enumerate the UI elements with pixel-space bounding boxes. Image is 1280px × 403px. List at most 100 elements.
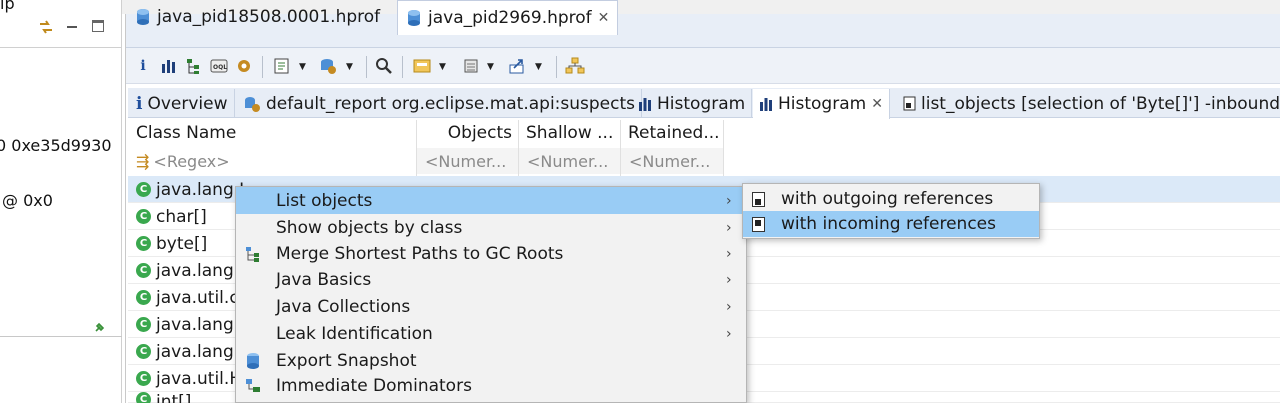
- filter-shallow[interactable]: <Numer...: [519, 148, 620, 174]
- class-icon: C: [136, 209, 151, 224]
- menu-item-leak-identification[interactable]: Leak Identification ›: [236, 320, 746, 347]
- info-icon[interactable]: i: [133, 56, 153, 76]
- table-row-label: Cbyte[]: [136, 230, 207, 257]
- menu-item-java-basics[interactable]: Java Basics ›: [236, 266, 746, 293]
- outgoing-references-icon: [752, 191, 765, 207]
- pin-icon[interactable]: [94, 318, 106, 332]
- table-row-label: Cjava.lang.I: [136, 176, 244, 203]
- filter-placeholder: <Regex>: [153, 151, 230, 171]
- histogram-icon: [760, 98, 772, 111]
- chevron-down-icon[interactable]: ▼: [487, 62, 494, 72]
- class-icon: C: [136, 182, 151, 197]
- tab-label: Histogram: [657, 93, 746, 114]
- chevron-right-icon: ›: [726, 219, 732, 236]
- class-icon: C: [136, 263, 151, 278]
- chevron-right-icon: ›: [726, 325, 732, 342]
- chevron-down-icon[interactable]: ▼: [535, 62, 542, 72]
- tab-default-report[interactable]: default_report org.eclipse.mat.api:suspe…: [237, 89, 643, 118]
- table-row-label: Cchar[]: [136, 203, 207, 230]
- tab-histogram-2[interactable]: Histogram ✕: [753, 89, 890, 119]
- column-header-class-name[interactable]: Class Name: [128, 120, 416, 146]
- filter-retained[interactable]: <Numer...: [621, 148, 723, 174]
- menu-item-label: Merge Shortest Paths to GC Roots: [276, 243, 564, 264]
- incoming-references-icon: [752, 216, 765, 232]
- query-browser-icon[interactable]: [318, 56, 338, 76]
- dominator-tree-icon[interactable]: [184, 56, 204, 76]
- class-name: int[]: [156, 392, 192, 403]
- menu-item-merge-shortest-paths[interactable]: Merge Shortest Paths to GC Roots ›: [236, 240, 746, 267]
- submenu-item-outgoing-references[interactable]: with outgoing references: [743, 186, 1039, 212]
- close-icon[interactable]: ✕: [598, 10, 610, 26]
- chevron-right-icon: ›: [726, 245, 732, 262]
- class-name: java.lang.I: [156, 179, 245, 200]
- filter-class-name[interactable]: ⇶ <Regex>: [128, 148, 416, 174]
- menu-item-label: Java Basics: [276, 269, 372, 290]
- tab-label: Overview: [147, 93, 228, 114]
- sync-icon[interactable]: [38, 18, 54, 36]
- left-pane-title: ip: [0, 0, 15, 13]
- tab-label: default_report org.eclipse.mat.api:suspe…: [266, 93, 636, 114]
- tab-list-objects[interactable]: list_objects [selection of 'Byte[]'] -in…: [897, 89, 1280, 118]
- menu-item-java-collections[interactable]: Java Collections ›: [236, 293, 746, 320]
- column-divider: [723, 120, 724, 176]
- class-icon: C: [136, 236, 151, 251]
- menu-item-label: Export Snapshot: [276, 350, 417, 371]
- tab-histogram-1[interactable]: Histogram: [632, 89, 753, 118]
- merge-paths-icon: [246, 246, 259, 262]
- chevron-right-icon: ›: [726, 298, 732, 315]
- left-pane-address-2: @ 0x0: [2, 191, 53, 210]
- chevron-right-icon: ›: [726, 271, 732, 288]
- chevron-down-icon[interactable]: ▼: [299, 62, 306, 72]
- calculate-retained-icon[interactable]: [461, 56, 481, 76]
- histogram-icon[interactable]: [158, 56, 178, 76]
- oql-icon[interactable]: OQL: [209, 56, 229, 76]
- menu-item-export-snapshot[interactable]: Export Snapshot: [236, 347, 746, 374]
- menu-item-immediate-dominators[interactable]: Immediate Dominators: [236, 372, 746, 399]
- histogram-icon: [639, 97, 651, 111]
- search-icon[interactable]: [374, 56, 394, 76]
- filter-objects[interactable]: <Numer...: [417, 148, 518, 174]
- info-icon: i: [136, 93, 143, 114]
- filter-icon: ⇶: [136, 151, 150, 171]
- tab-label: list_objects [selection of 'Byte[]'] -in…: [921, 93, 1280, 114]
- column-header-objects[interactable]: Objects: [416, 120, 518, 146]
- dominators-icon: [246, 378, 260, 392]
- heap-dump-icon: [137, 9, 149, 25]
- menu-item-label: Leak Identification: [276, 323, 433, 344]
- class-icon: C: [136, 344, 151, 359]
- table-row-label: Cint[]: [136, 392, 191, 403]
- close-icon[interactable]: ✕: [871, 96, 883, 112]
- export-icon[interactable]: [507, 56, 527, 76]
- column-header-shallow[interactable]: Shallow ...: [518, 120, 620, 146]
- menu-item-label: List objects: [276, 190, 373, 211]
- export-snapshot-icon: [247, 352, 259, 369]
- table-row-label: Cjava.util.cc: [136, 284, 248, 311]
- column-header-retained[interactable]: Retained...: [620, 120, 724, 146]
- submenu-item-incoming-references[interactable]: with incoming references: [743, 211, 1039, 237]
- minimize-icon[interactable]: [66, 16, 78, 30]
- report-gear-icon: [245, 96, 260, 112]
- editor-tab-label: java_pid18508.0001.hprof: [157, 7, 381, 27]
- tab-label: Histogram: [778, 94, 867, 114]
- run-report-icon[interactable]: [272, 56, 292, 76]
- class-icon: C: [136, 317, 151, 332]
- editor-tab-hprof-18508[interactable]: java_pid18508.0001.hprof: [127, 0, 388, 34]
- gear-icon[interactable]: [234, 56, 254, 76]
- editor-tab-label: java_pid2969.hprof: [428, 8, 592, 28]
- toolbar-separator: [262, 56, 263, 78]
- left-pane-divider: [0, 336, 122, 337]
- editor-tab-hprof-2969[interactable]: java_pid2969.hprof ✕: [397, 0, 619, 35]
- tab-overview[interactable]: i Overview: [130, 89, 235, 118]
- maximize-icon[interactable]: [92, 20, 104, 32]
- toolbar-separator: [556, 56, 557, 78]
- group-by-icon[interactable]: [412, 56, 432, 76]
- table-row-label: Cjava.lang.C: [136, 338, 251, 365]
- chevron-down-icon[interactable]: ▼: [439, 62, 446, 72]
- menu-item-list-objects[interactable]: List objects ›: [236, 187, 746, 214]
- menu-item-label: Java Collections: [276, 296, 411, 317]
- toolbar-separator: [366, 56, 367, 78]
- tree-layout-icon[interactable]: [565, 56, 585, 76]
- chevron-down-icon[interactable]: ▼: [346, 62, 353, 72]
- menu-item-show-objects-by-class[interactable]: Show objects by class ›: [236, 214, 746, 241]
- class-name: byte[]: [156, 233, 208, 254]
